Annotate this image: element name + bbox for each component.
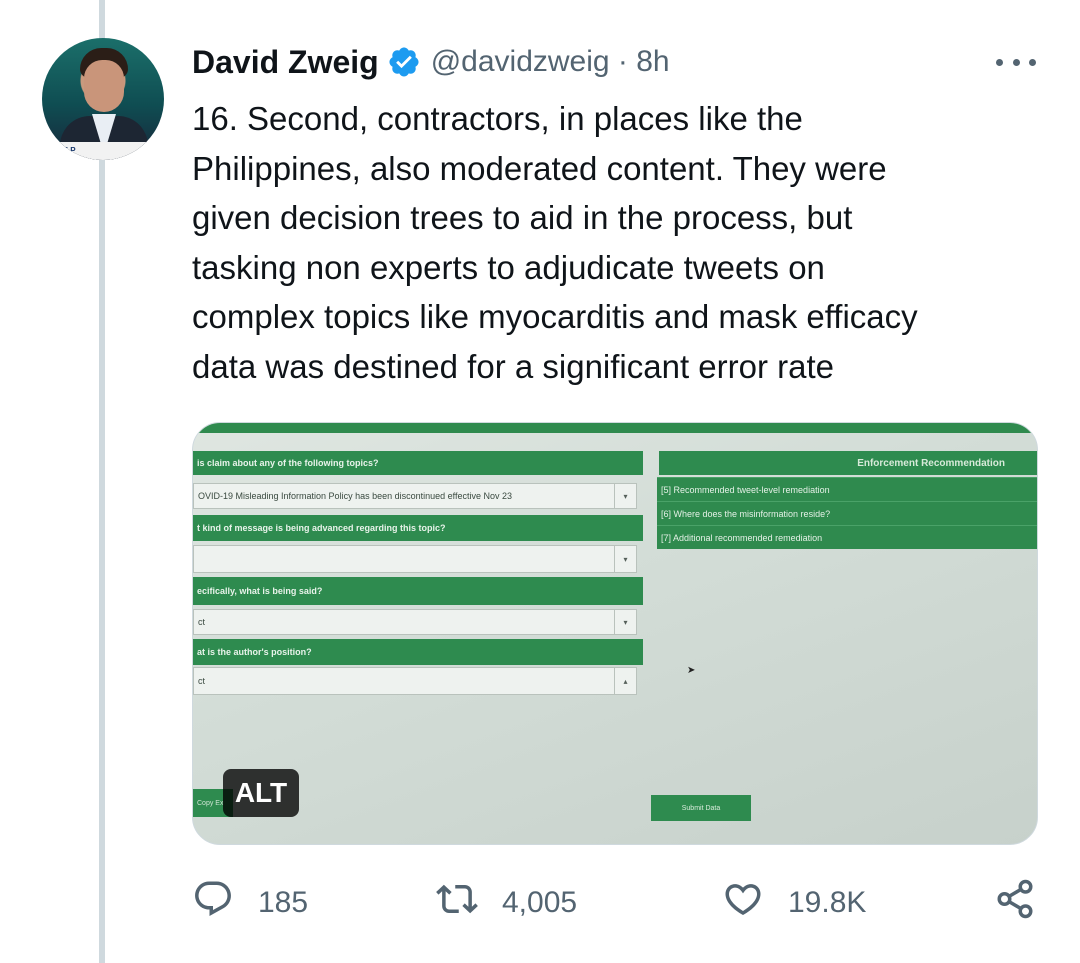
dropdown-value: ct [198, 617, 206, 627]
heart-icon [722, 878, 764, 928]
tweet-media-image[interactable]: is claim about any of the following topi… [192, 422, 1038, 845]
dropdown-arrow-icon: ▾ [614, 546, 636, 572]
question-label: t kind of message is being advanced rega… [193, 515, 643, 541]
question-label: ecifically, what is being said? [193, 577, 643, 605]
share-button[interactable] [994, 875, 1036, 931]
author-name[interactable]: David Zweig [192, 44, 379, 81]
share-icon [994, 878, 1036, 928]
retweet-button[interactable]: 4,005 [436, 875, 577, 931]
tweet-actions-bar: 185 4,005 19.8K [192, 875, 1042, 931]
question-dropdown: ct ▾ [193, 609, 637, 635]
reply-button[interactable]: 185 [192, 875, 308, 931]
recommendation-item: [5] Recommended tweet-level remediation [657, 477, 1037, 501]
alt-text-badge[interactable]: ALT [223, 769, 299, 817]
recommendation-item: [7] Additional recommended remediation [657, 525, 1037, 549]
retweet-count: 4,005 [502, 886, 578, 919]
question-dropdown: ct ▴ [193, 667, 637, 695]
avatar-face [84, 60, 124, 112]
recommendation-item: [6] Where does the misinformation reside… [657, 501, 1037, 525]
dropdown-arrow-icon: ▾ [614, 610, 636, 634]
mouse-cursor-icon: ➤ [687, 665, 696, 676]
question-label: is claim about any of the following topi… [193, 451, 643, 475]
dropdown-arrow-icon: ▾ [614, 484, 636, 508]
dropdown-arrow-icon: ▴ [614, 668, 636, 694]
like-button[interactable]: 19.8K [722, 875, 866, 931]
verified-badge-icon[interactable] [387, 45, 421, 79]
tweet-header: David Zweig @davidzweig · 8h [192, 40, 670, 84]
submit-data-button: Submit Data [651, 795, 751, 821]
more-options-icon[interactable] [996, 48, 1036, 76]
author-handle-and-time[interactable]: @davidzweig · 8h [431, 45, 670, 79]
retweet-icon [436, 878, 478, 928]
enforcement-recommendation-title: Enforcement Recommendation [659, 451, 1037, 475]
question-dropdown: ▾ [193, 545, 637, 573]
question-dropdown: OVID-19 Misleading Information Policy ha… [193, 483, 637, 509]
avatar[interactable]: THE P [42, 38, 164, 160]
reply-count: 185 [258, 886, 309, 919]
dropdown-value: OVID-19 Misleading Information Policy ha… [198, 491, 513, 501]
reply-icon [192, 878, 234, 928]
tweet-text: 16. Second, contractors, in places like … [192, 100, 918, 385]
avatar-banner: THE P [42, 142, 164, 160]
screen-top-bar [193, 423, 1037, 433]
dropdown-value: ct [198, 676, 206, 686]
like-count: 19.8K [788, 886, 867, 919]
question-label: at is the author's position? [193, 639, 643, 665]
